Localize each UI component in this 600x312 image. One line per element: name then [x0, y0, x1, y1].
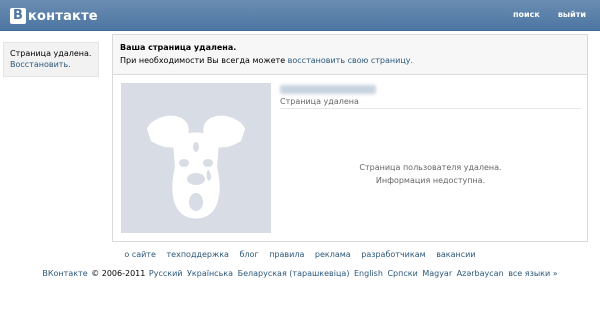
- logo[interactable]: B контакте: [10, 7, 98, 25]
- lang-ukrainian[interactable]: Українська: [187, 269, 233, 278]
- deleted-message-line2: Информация недоступна.: [375, 176, 486, 185]
- profile-panel: Страница удалена Страница пользователя у…: [112, 74, 588, 242]
- logo-text: контакте: [28, 8, 98, 24]
- sidebar: Страница удалена. Восстановить.: [3, 42, 99, 77]
- search-link[interactable]: поиск: [513, 10, 540, 19]
- top-nav: поиск выйти: [513, 10, 586, 19]
- footer-links: о сайте техподдержка блог правила реклам…: [0, 250, 600, 259]
- lang-hungarian[interactable]: Magyar: [422, 269, 452, 278]
- footer-brand-link[interactable]: ВКонтакте: [42, 269, 87, 278]
- footer-link-jobs[interactable]: вакансии: [436, 250, 475, 259]
- profile-status: Страница удалена: [280, 97, 359, 106]
- top-bar: B контакте поиск выйти: [0, 0, 600, 31]
- footer-link-ads[interactable]: реклама: [315, 250, 351, 259]
- deactivated-avatar: [121, 83, 271, 233]
- deleted-notice: Ваша страница удалена. При необходимости…: [112, 34, 588, 74]
- all-languages-link[interactable]: все языки »: [508, 269, 557, 278]
- lang-azerbaijani[interactable]: Azərbaycan: [457, 269, 504, 278]
- footer-link-developers[interactable]: разработчикам: [361, 250, 425, 259]
- footer-link-blog[interactable]: блог: [240, 250, 259, 259]
- blurred-user-name: [280, 85, 376, 94]
- notice-title: Ваша страница удалена.: [120, 43, 237, 52]
- sad-dog-icon: [147, 115, 245, 219]
- lang-belarusian[interactable]: Беларуская (тарашкевіца): [238, 269, 350, 278]
- footer-link-rules[interactable]: правила: [269, 250, 304, 259]
- sidebar-status: Страница удалена.: [10, 49, 92, 58]
- deleted-message-line1: Страница пользователя удалена.: [359, 163, 502, 172]
- deleted-message: Страница пользователя удалена. Информаци…: [280, 161, 581, 187]
- lang-serbian[interactable]: Српски: [387, 269, 417, 278]
- notice-text: При необходимости Вы всегда можете: [120, 56, 286, 65]
- footer-bottom: ВКонтакте © 2006-2011 Русский Українська…: [0, 269, 600, 278]
- lang-english[interactable]: English: [354, 269, 383, 278]
- footer-copyright: © 2006-2011: [91, 269, 146, 278]
- notice-text-row: При необходимости Вы всегда можете восст…: [120, 54, 587, 67]
- footer-link-about[interactable]: о сайте: [124, 250, 156, 259]
- divider: [280, 108, 581, 109]
- logout-link[interactable]: выйти: [558, 10, 586, 19]
- lang-russian[interactable]: Русский: [149, 269, 183, 278]
- footer-link-support[interactable]: техподдержка: [167, 250, 229, 259]
- logo-icon: B: [10, 8, 26, 24]
- sidebar-restore-link[interactable]: Восстановить.: [10, 59, 98, 70]
- restore-page-link[interactable]: восстановить свою страницу.: [288, 56, 413, 65]
